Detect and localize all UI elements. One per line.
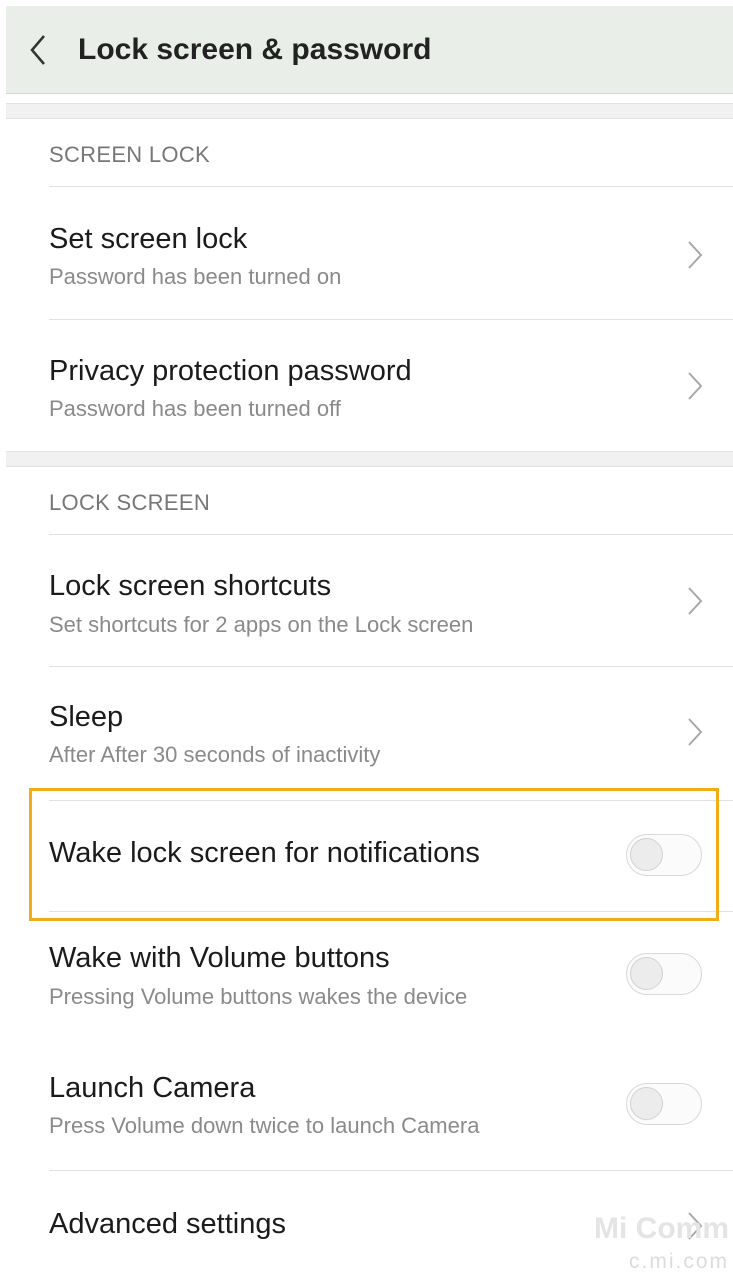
chevron-right-icon — [688, 241, 703, 269]
row-subtitle: Password has been turned on — [49, 264, 342, 289]
chevron-right-icon — [688, 587, 703, 615]
section-header-lock-screen: LOCK SCREEN — [49, 490, 211, 515]
section-gap — [6, 451, 733, 467]
row-subtitle: Press Volume down twice to launch Camera — [49, 1113, 480, 1138]
toggle-knob — [630, 838, 663, 871]
top-bar: Lock screen & password — [6, 6, 733, 94]
row-subtitle: Set shortcuts for 2 apps on the Lock scr… — [49, 612, 474, 637]
back-button[interactable] — [24, 32, 54, 68]
wake-volume-toggle[interactable] — [626, 953, 702, 995]
row-title: Launch Camera — [49, 1072, 256, 1104]
row-title: Privacy protection password — [49, 355, 412, 387]
chevron-right-icon — [688, 372, 703, 400]
row-subtitle: Pressing Volume buttons wakes the device — [49, 984, 468, 1009]
row-title: Wake with Volume buttons — [49, 942, 390, 974]
row-subtitle: Password has been turned off — [49, 396, 341, 421]
chevron-right-icon — [688, 718, 703, 746]
row-title: Sleep — [49, 701, 124, 733]
toggle-knob — [630, 1087, 663, 1120]
wake-volume-buttons-row[interactable]: Wake with Volume buttons Pressing Volume… — [0, 912, 733, 1040]
page-title: Lock screen & password — [78, 33, 432, 66]
wake-notifications-toggle[interactable] — [626, 834, 702, 876]
privacy-protection-password-row[interactable]: Privacy protection password Password has… — [0, 320, 733, 450]
watermark-text: Mi Comm — [594, 1212, 729, 1245]
sleep-row[interactable]: Sleep After After 30 seconds of inactivi… — [0, 667, 733, 800]
wake-lock-screen-notifications-row[interactable]: Wake lock screen for notifications — [0, 801, 733, 911]
section-header-screen-lock: SCREEN LOCK — [49, 142, 211, 167]
set-screen-lock-row[interactable]: Set screen lock Password has been turned… — [0, 187, 733, 319]
launch-camera-toggle[interactable] — [626, 1083, 702, 1125]
row-title: Set screen lock — [49, 223, 248, 255]
lock-screen-shortcuts-row[interactable]: Lock screen shortcuts Set shortcuts for … — [0, 535, 733, 666]
row-title: Advanced settings — [49, 1208, 286, 1240]
row-subtitle: After After 30 seconds of inactivity — [49, 742, 381, 767]
chevron-left-icon — [30, 35, 45, 65]
section-gap — [6, 103, 733, 119]
toggle-knob — [630, 957, 663, 990]
launch-camera-row[interactable]: Launch Camera Press Volume down twice to… — [0, 1042, 733, 1170]
watermark-url: c.mi.com — [629, 1250, 729, 1273]
row-title: Wake lock screen for notifications — [49, 837, 480, 869]
row-title: Lock screen shortcuts — [49, 570, 332, 602]
